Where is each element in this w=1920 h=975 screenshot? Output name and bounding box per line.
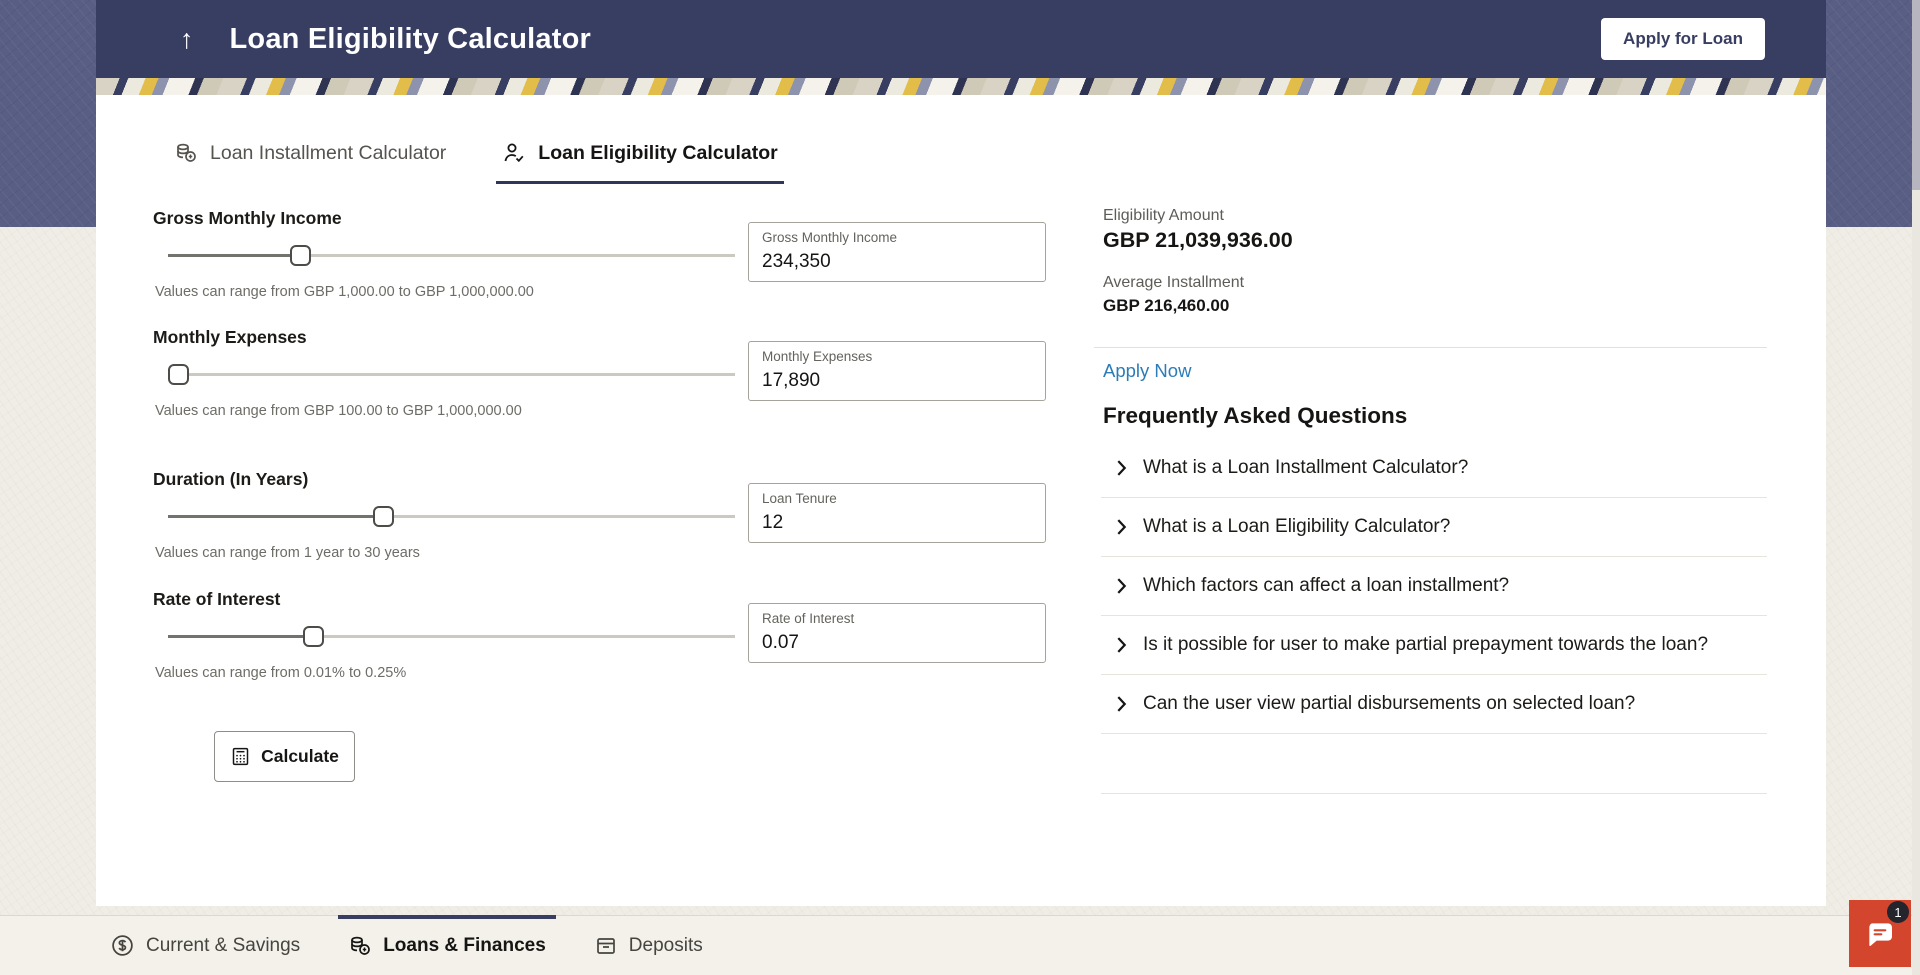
faq-empty-row <box>1101 734 1767 794</box>
chevron-right-icon <box>1116 517 1127 537</box>
chevron-right-icon <box>1116 635 1127 655</box>
faq-question: What is a Loan Eligibility Calculator? <box>1143 516 1450 538</box>
nav-item-label: Current & Savings <box>146 935 300 957</box>
decorative-pattern-strip <box>96 78 1826 95</box>
rate-of-interest-slider[interactable] <box>168 625 735 649</box>
field-monthly-expenses: Monthly Expenses Values can range from G… <box>153 327 1103 457</box>
average-installment-value: GBP 216,460.00 <box>1103 296 1229 316</box>
results-panel: Eligibility Amount GBP 21,039,936.00 Ave… <box>1103 95 1767 906</box>
bottom-navigation: Current & Savings Loans & Finances Depos… <box>0 915 1920 975</box>
input-value: 17,890 <box>762 370 820 392</box>
input-value: 234,350 <box>762 251 831 273</box>
faq-question: Can the user view partial disbursements … <box>1143 693 1635 715</box>
monthly-expenses-input[interactable]: Monthly Expenses 17,890 <box>748 341 1046 401</box>
page-scrollbar[interactable] <box>1912 0 1920 975</box>
apply-now-link[interactable]: Apply Now <box>1103 360 1191 382</box>
calculator-form: Gross Monthly Income Values can range fr… <box>153 95 1103 906</box>
nav-item-label: Loans & Finances <box>383 935 546 957</box>
eligibility-amount-value: GBP 21,039,936.00 <box>1103 228 1293 253</box>
input-label: Rate of Interest <box>762 611 854 626</box>
gross-monthly-income-input[interactable]: Gross Monthly Income 234,350 <box>748 222 1046 282</box>
calculator-icon <box>230 746 251 767</box>
faq-list: What is a Loan Installment Calculator? W… <box>1101 439 1767 794</box>
nav-item-loans-and-finances[interactable]: Loans & Finances <box>348 916 546 975</box>
deposits-box-icon <box>594 934 618 958</box>
nav-item-label: Deposits <box>629 935 703 957</box>
gross-monthly-income-slider[interactable] <box>168 244 735 268</box>
chevron-right-icon <box>1116 458 1127 478</box>
faq-item-partial-prepayment[interactable]: Is it possible for user to make partial … <box>1101 616 1767 675</box>
field-gross-monthly-income: Gross Monthly Income Values can range fr… <box>153 208 1103 338</box>
range-hint: Values can range from GBP 1,000.00 to GB… <box>155 284 534 300</box>
slider-fill <box>168 515 383 518</box>
loans-coins-icon <box>348 934 372 958</box>
faq-item-what-is-installment-calculator[interactable]: What is a Loan Installment Calculator? <box>1101 439 1767 498</box>
average-installment-label: Average Installment <box>1103 274 1244 292</box>
chat-unread-badge: 1 <box>1887 901 1909 923</box>
faq-item-factors-affect-installment[interactable]: Which factors can affect a loan installm… <box>1101 557 1767 616</box>
field-rate-of-interest: Rate of Interest Values can range from 0… <box>153 589 1103 719</box>
page-title: Loan Eligibility Calculator <box>230 23 592 56</box>
faq-item-partial-disbursements[interactable]: Can the user view partial disbursements … <box>1101 675 1767 734</box>
input-label: Gross Monthly Income <box>762 230 897 245</box>
loan-tenure-input[interactable]: Loan Tenure 12 <box>748 483 1046 543</box>
scrollbar-thumb[interactable] <box>1912 0 1920 190</box>
slider-handle[interactable] <box>303 626 324 647</box>
app-header: ↑ Loan Eligibility Calculator Apply for … <box>96 0 1826 78</box>
slider-fill <box>168 254 300 257</box>
calculate-button-label: Calculate <box>261 746 339 767</box>
input-value: 0.07 <box>762 632 799 654</box>
input-value: 12 <box>762 512 783 534</box>
input-label: Monthly Expenses <box>762 349 872 364</box>
faq-question: What is a Loan Installment Calculator? <box>1143 457 1468 479</box>
duration-slider[interactable] <box>168 505 735 529</box>
chevron-right-icon <box>1116 576 1127 596</box>
eligibility-amount-label: Eligibility Amount <box>1103 207 1224 225</box>
rate-of-interest-input[interactable]: Rate of Interest 0.07 <box>748 603 1046 663</box>
nav-item-current-and-savings[interactable]: Current & Savings <box>110 916 300 975</box>
range-hint: Values can range from 1 year to 30 years <box>155 545 420 561</box>
slider-fill <box>168 635 313 638</box>
dollar-circle-icon <box>110 933 135 958</box>
slider-handle[interactable] <box>373 506 394 527</box>
chevron-right-icon <box>1116 694 1127 714</box>
slider-handle[interactable] <box>168 364 189 385</box>
field-duration-in-years: Duration (In Years) Values can range fro… <box>153 469 1103 599</box>
faq-question: Which factors can affect a loan installm… <box>1143 575 1509 597</box>
calculate-button[interactable]: Calculate <box>214 731 355 782</box>
slider-track[interactable] <box>168 373 735 376</box>
calculator-card: Loan Installment Calculator Loan Eligibi… <box>96 95 1826 906</box>
nav-item-deposits[interactable]: Deposits <box>594 916 703 975</box>
back-arrow-icon[interactable]: ↑ <box>180 26 194 53</box>
results-divider <box>1094 347 1767 348</box>
input-label: Loan Tenure <box>762 491 837 506</box>
range-hint: Values can range from 0.01% to 0.25% <box>155 665 406 681</box>
faq-title: Frequently Asked Questions <box>1103 403 1407 429</box>
chat-bubble-icon <box>1864 918 1896 950</box>
slider-handle[interactable] <box>290 245 311 266</box>
faq-question: Is it possible for user to make partial … <box>1143 634 1708 656</box>
monthly-expenses-slider[interactable] <box>168 363 735 387</box>
range-hint: Values can range from GBP 100.00 to GBP … <box>155 403 522 419</box>
apply-for-loan-button[interactable]: Apply for Loan <box>1601 18 1765 60</box>
chat-button[interactable]: 1 <box>1849 900 1911 967</box>
faq-item-what-is-eligibility-calculator[interactable]: What is a Loan Eligibility Calculator? <box>1101 498 1767 557</box>
